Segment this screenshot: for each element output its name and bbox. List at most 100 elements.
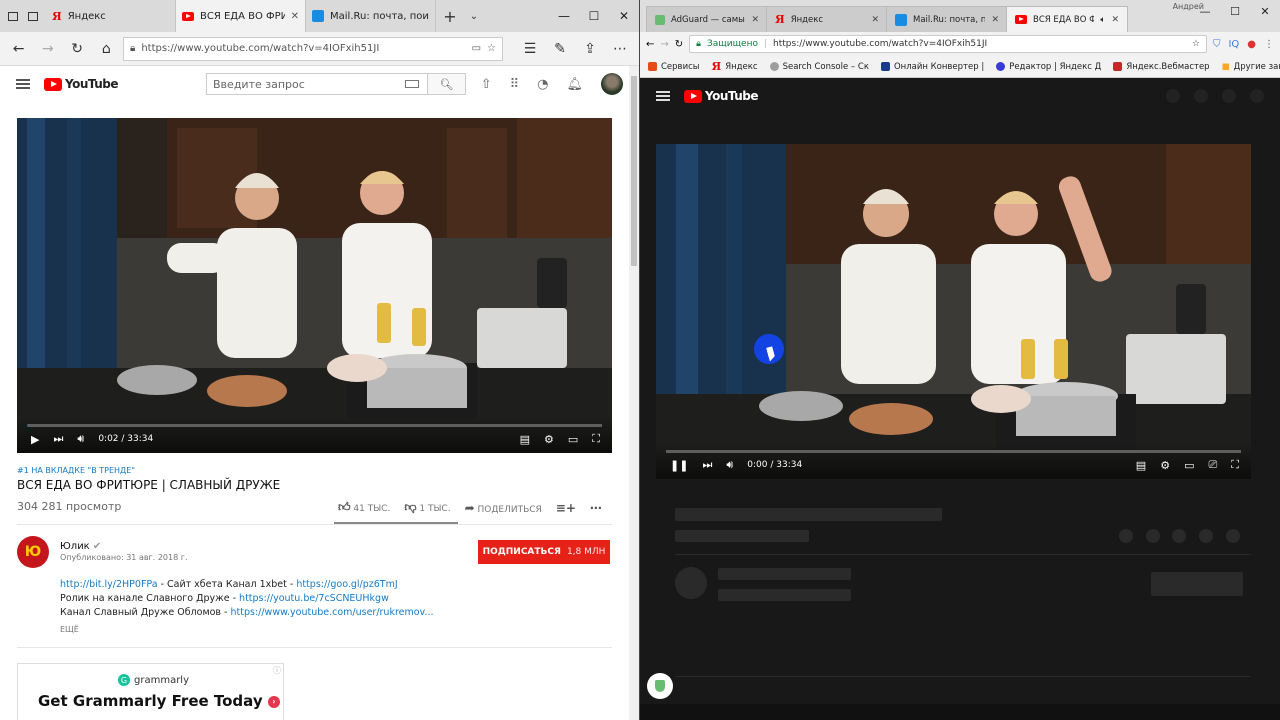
refresh-button[interactable]: ↻ (65, 36, 90, 62)
next-icon[interactable]: ⏭︎ (53, 432, 63, 446)
subtitles-icon[interactable]: ▤ (520, 433, 530, 446)
chrome-tab-adguard[interactable]: AdGuard — самый про ✕ (646, 6, 768, 32)
description-link[interactable]: https://goo.gl/pz6TmJ (296, 579, 397, 590)
volume-icon[interactable]: 🔊︎ (77, 432, 84, 446)
avatar[interactable] (601, 73, 623, 95)
forward-button[interactable]: → (660, 39, 668, 50)
like-button[interactable]: 👍︎ 41 ТЫС. (338, 500, 390, 515)
trending-link[interactable]: #1 НА ВКЛАДКЕ "В ТРЕНДЕ" (17, 466, 135, 475)
close-tab-icon[interactable]: ✕ (991, 15, 999, 25)
audio-playing-icon[interactable]: 🔈︎ (1100, 15, 1105, 25)
page-scrollbar[interactable] (629, 66, 639, 720)
youtube-logo[interactable]: YouTube (44, 77, 119, 91)
more-menu-icon[interactable]: ⋮ (1264, 39, 1274, 50)
close-window-button[interactable]: ✕ (609, 0, 639, 32)
bookmark-star-icon[interactable]: ☆ (1192, 39, 1200, 49)
maximize-button[interactable]: ☐ (579, 0, 609, 32)
menu-icon[interactable] (16, 79, 30, 89)
close-tab-icon[interactable]: ✕ (291, 11, 299, 22)
share-icon[interactable]: ⇪ (577, 36, 603, 62)
subtitles-icon[interactable]: ▤ (1136, 459, 1146, 472)
cast-icon[interactable]: ⎚ (1208, 458, 1217, 472)
minimize-button[interactable]: — (549, 0, 579, 32)
fullscreen-icon[interactable]: ⛶ (592, 432, 600, 446)
shield-extension-icon[interactable]: ⛉ (1213, 39, 1221, 50)
dislike-button[interactable]: 👎︎ 1 ТЫС. (404, 500, 450, 515)
next-icon[interactable]: ⏭︎ (702, 458, 712, 472)
other-bookmarks[interactable]: ■Другие закладки (1222, 62, 1280, 72)
apps-grid-icon[interactable]: ⠿ (510, 77, 520, 92)
chevron-down-icon[interactable]: ⌄ (464, 0, 484, 32)
set-aside-tabs-icon[interactable] (8, 11, 18, 21)
tab-preview-icon[interactable] (28, 11, 38, 21)
new-tab-button[interactable]: + (436, 0, 464, 32)
notes-icon[interactable]: ✎ (547, 36, 573, 62)
bookmark-converter[interactable]: Онлайн Конвертер | (880, 62, 984, 72)
description-link[interactable]: https://www.youtube.com/user/rukremov... (231, 607, 434, 618)
youtube-logo[interactable]: YouTube (684, 89, 759, 103)
back-button[interactable]: ← (646, 39, 654, 50)
search-box[interactable]: Введите запрос 🔍︎ (206, 73, 467, 95)
edge-tab-actions[interactable] (0, 0, 46, 32)
fullscreen-icon[interactable]: ⛶ (1231, 458, 1239, 472)
edge-tab-yandex[interactable]: Я Яндекс (46, 0, 176, 32)
progress-bar[interactable] (666, 450, 1241, 453)
upload-icon[interactable]: ⇧ (481, 77, 492, 92)
settings-gear-icon[interactable]: ⚙ (1160, 459, 1170, 472)
back-button[interactable]: ← (6, 36, 31, 62)
play-icon[interactable]: ▶ (31, 433, 39, 446)
scrollbar-thumb[interactable] (631, 76, 637, 266)
search-input[interactable]: Введите запрос (207, 78, 405, 91)
bookmark-yandex[interactable]: Я Яндекс (711, 60, 757, 73)
video-player-right[interactable]: ❚❚ ⏭︎ 🔊︎ 0:00 / 33:34 ▤ ⚙ ▭ ⎚ ⛶ (656, 144, 1251, 479)
record-extension-icon[interactable]: ● (1247, 39, 1256, 50)
volume-icon[interactable]: 🔊︎ (726, 458, 733, 472)
minimize-button[interactable]: — (1190, 0, 1220, 22)
more-actions-button[interactable]: ⋯ (590, 501, 602, 515)
pause-icon[interactable]: ❚❚ (670, 459, 688, 472)
url-field[interactable]: 🔒︎ Защищено | https://www.youtube.com/wa… (689, 35, 1207, 53)
notifications-bell-icon[interactable]: 🔔︎ (566, 77, 583, 92)
bookmark-webmaster[interactable]: Яндекс.Вебмастер (1113, 62, 1210, 72)
show-more-button[interactable]: ЕЩЁ (60, 625, 79, 634)
add-to-playlist-button[interactable]: ≡+ (556, 501, 576, 515)
close-tab-icon[interactable]: ✕ (751, 15, 759, 25)
share-button[interactable]: ➦ ПОДЕЛИТЬСЯ (465, 501, 542, 515)
menu-icon[interactable] (656, 91, 670, 101)
close-tab-icon[interactable]: ✕ (1111, 15, 1119, 25)
favorite-star-icon[interactable]: ☆ (487, 43, 496, 54)
description-link[interactable]: https://youtu.be/7cSCNEUHkgw (239, 593, 389, 604)
ad-info-icon[interactable]: ⓘ (273, 665, 281, 676)
theater-mode-icon[interactable]: ▭ (568, 433, 578, 446)
theater-mode-icon[interactable]: ▭ (1184, 459, 1194, 472)
forward-button[interactable]: → (35, 36, 60, 62)
refresh-button[interactable]: ↻ (675, 39, 683, 50)
channel-avatar[interactable]: Ю (17, 536, 49, 568)
description-link[interactable]: http://bit.ly/2HP0FPa (60, 579, 158, 590)
home-button[interactable]: ⌂ (94, 36, 119, 62)
edge-tab-mail[interactable]: Mail.Ru: почта, поиск в инт (306, 0, 436, 32)
channel-name[interactable]: Юлик ✔︎ (60, 541, 101, 552)
edge-tab-youtube[interactable]: ВСЯ ЕДА ВО ФРИТЮРЕ ✕ (176, 0, 306, 32)
iq-extension-icon[interactable]: IQ (1228, 39, 1239, 50)
settings-gear-icon[interactable]: ⚙ (544, 433, 554, 446)
subscribe-button[interactable]: ПОДПИСАТЬСЯ 1,8 МЛН (478, 540, 610, 564)
messages-icon[interactable]: ◔ (537, 77, 548, 92)
url-field[interactable]: 🔒︎ https://www.youtube.com/watch?v=4IOFx… (123, 36, 503, 61)
video-player-left[interactable]: ▶ ⏭︎ 🔊︎ 0:02 / 33:34 ▤ ⚙ ▭ ⛶ (17, 118, 612, 453)
search-button[interactable]: 🔍︎ (427, 74, 466, 94)
chrome-tab-youtube[interactable]: ВСЯ ЕДА ВО ФРИТЮ 🔈︎ ✕ (1006, 6, 1128, 32)
chrome-tab-mail[interactable]: Mail.Ru: почта, поиск в ✕ (886, 6, 1008, 32)
keyboard-icon[interactable] (405, 80, 420, 88)
bookmark-services[interactable]: Сервисы (648, 62, 699, 72)
chrome-tab-yandex[interactable]: Я Яндекс ✕ (766, 6, 888, 32)
favorites-hub-icon[interactable]: ☰ (517, 36, 543, 62)
bookmark-search-console[interactable]: Search Console – Ск (769, 62, 869, 72)
close-window-button[interactable]: ✕ (1250, 0, 1280, 22)
grammarly-ad[interactable]: Ggrammarly Get Grammarly Free Today › ⓘ (17, 663, 284, 720)
adguard-shield-icon[interactable] (647, 673, 673, 699)
reading-view-icon[interactable]: ▭ (472, 43, 481, 54)
progress-bar[interactable] (27, 424, 602, 427)
maximize-button[interactable]: ☐ (1220, 0, 1250, 22)
bookmark-editor[interactable]: Редактор | Яндекс Д (996, 62, 1101, 72)
